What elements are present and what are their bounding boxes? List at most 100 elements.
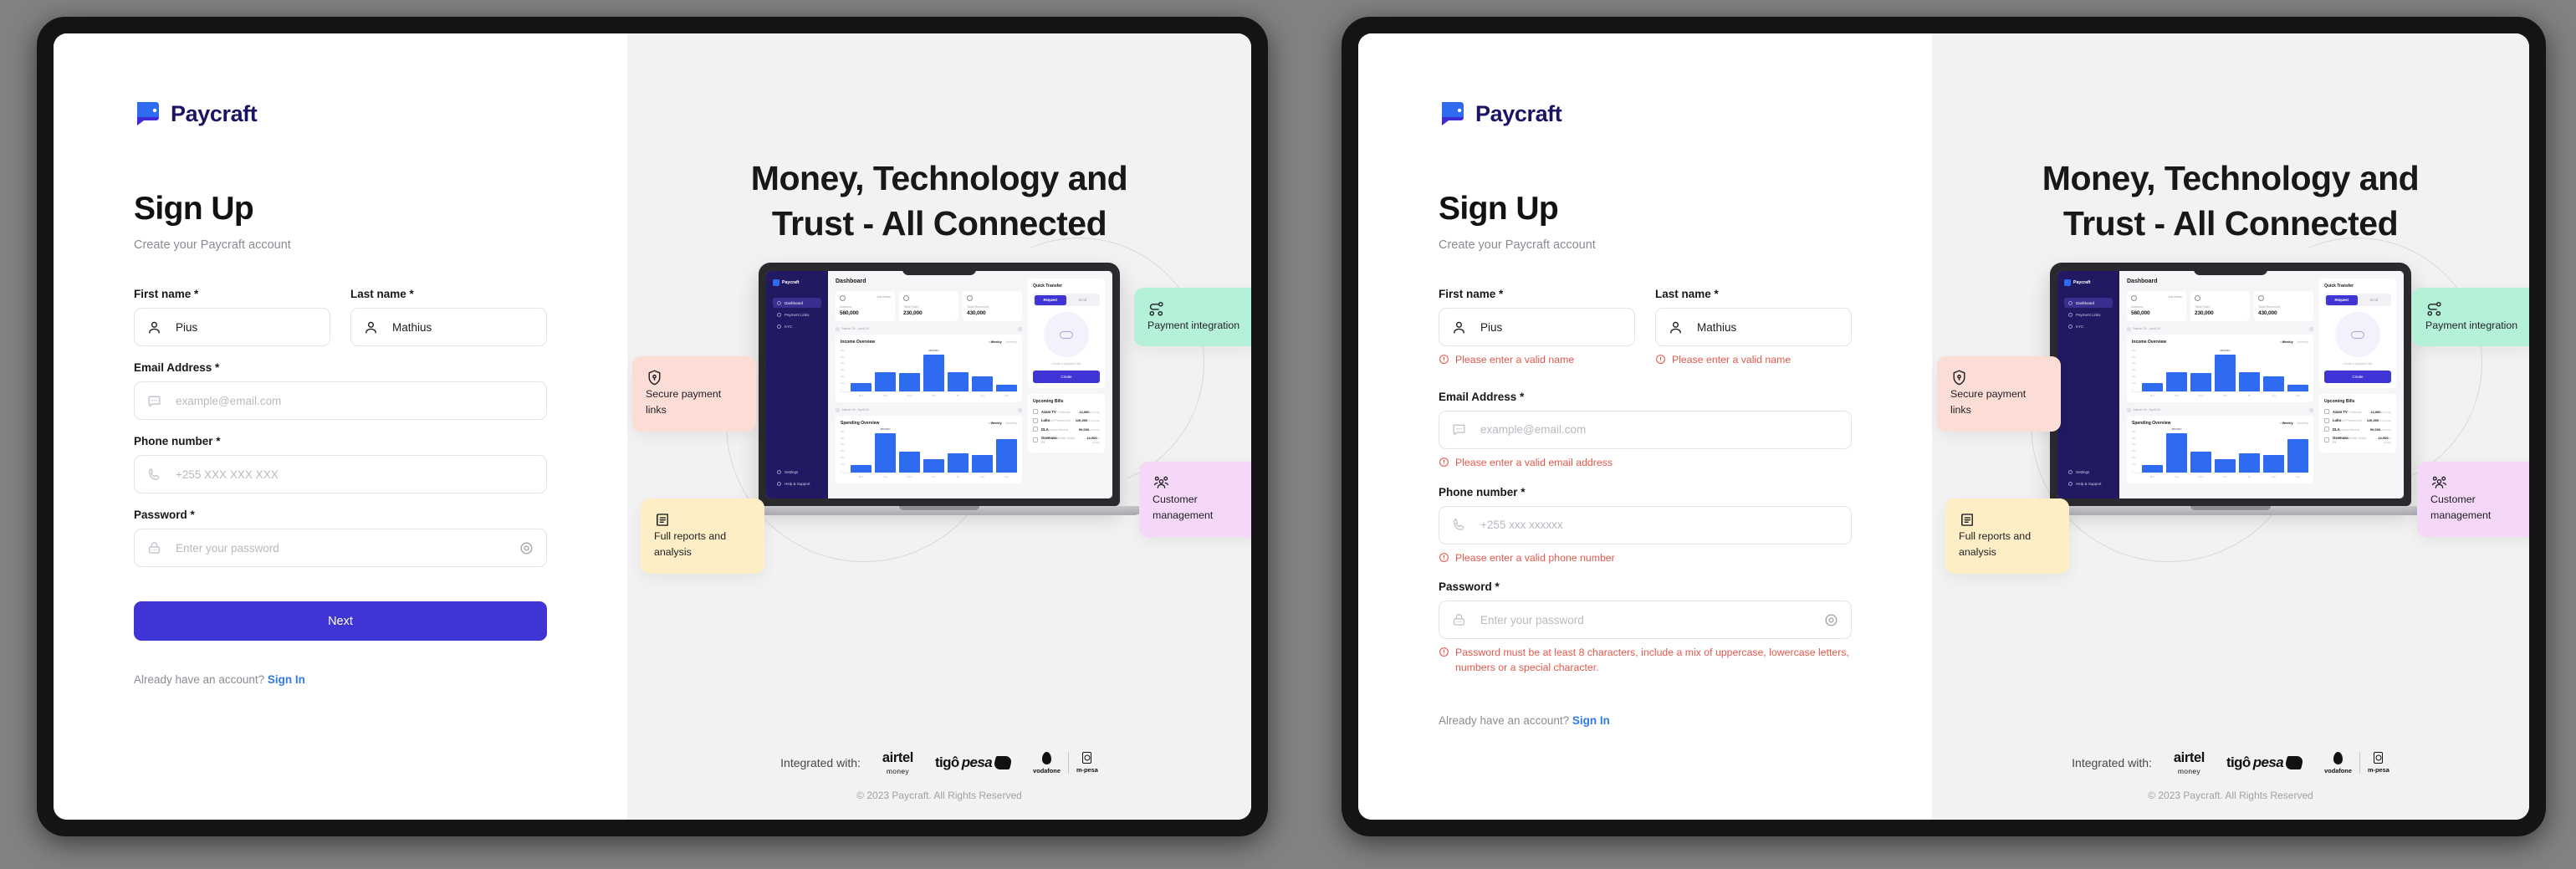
signup-form-pane: Paycraft Sign Up Create your Paycraft ac… — [54, 33, 627, 820]
sidebar-item-kyc[interactable]: KYC — [773, 321, 821, 331]
bill-row[interactable]: LukuUnit Prepaid price 120,00024 Sunday — [1033, 417, 1100, 423]
lock-icon — [1451, 612, 1467, 628]
toggle-weekly[interactable]: Weekly — [989, 422, 1002, 425]
bill-row[interactable]: Azam TVTV Decoder 14,00025 Today — [1033, 409, 1100, 415]
sidebar-item-dashboard[interactable]: Dashboard — [2064, 298, 2113, 309]
download-icon[interactable] — [1018, 407, 1022, 412]
toggle-monthly[interactable]: Monthly — [2297, 422, 2308, 425]
quick-transfer-tabs[interactable]: Request Send — [2324, 294, 2391, 307]
download-icon[interactable] — [1018, 326, 1022, 331]
calendar-icon — [2127, 326, 2131, 331]
password-input[interactable]: Enter your password — [134, 529, 547, 567]
last-name-label: Last name * — [1655, 288, 1719, 300]
dashboard-brand-name: Paycraft — [782, 280, 800, 286]
laptop-screen: Paycraft Dashboard Payment Links KYC Set… — [2057, 271, 2404, 499]
sidebar-bottom: Settings Help & Support — [773, 467, 821, 490]
y-tick: 0 — [2132, 387, 2134, 391]
sidebar-item-payment-links[interactable]: Payment Links — [773, 309, 821, 319]
date-range-row[interactable]: March 24 - April 24 — [836, 407, 1022, 412]
filter-pill[interactable]: Ann Nancy — [2168, 295, 2182, 299]
sidebar-item-settings[interactable]: Settings — [2064, 467, 2113, 477]
paycraft-wallet-logo-icon — [773, 279, 779, 287]
bill-row[interactable]: DLAAccount Monthly 90,00023 Friday — [2324, 427, 2391, 432]
toggle-weekly[interactable]: Weekly — [2280, 422, 2293, 425]
card-header: Income Overview Weekly Monthly — [841, 340, 1017, 345]
page-subtitle: Create your Paycraft account — [1439, 238, 1596, 252]
chart-period-toggle[interactable]: Weekly Monthly — [2280, 422, 2308, 425]
sidebar-item-dashboard[interactable]: Dashboard — [773, 298, 821, 309]
sidebar-item-help[interactable]: Help & Support — [2064, 478, 2113, 488]
hero-pane: Money, Technology and Trust - All Connec… — [627, 33, 1251, 820]
eye-icon[interactable] — [519, 540, 534, 556]
phone-icon — [146, 467, 162, 483]
create-link-button[interactable]: Create — [1033, 371, 1100, 384]
x-tick: Fri — [956, 393, 960, 397]
sidebar-item-kyc[interactable]: KYC — [2064, 321, 2113, 331]
bill-row[interactable]: OxemasaMonthly Rental Bill 14,00022 Frid… — [1033, 436, 1100, 444]
tab-request[interactable]: Request — [2325, 294, 2358, 305]
first-name-input[interactable]: Pius — [1439, 308, 1635, 346]
quick-transfer-note: Create a payment link — [2343, 362, 2373, 366]
toggle-weekly[interactable]: Weekly — [989, 340, 1002, 344]
chart-period-toggle[interactable]: Weekly Monthly — [2280, 340, 2308, 344]
email-error: Please enter a valid email address — [1439, 456, 1852, 471]
toggle-monthly[interactable]: Monthly — [2297, 340, 2308, 344]
feature-card-text: Full reports and analysis — [1959, 530, 2032, 559]
brand-logo[interactable]: Paycraft — [54, 99, 627, 129]
chart-period-toggle[interactable]: Weekly Monthly — [989, 422, 1017, 425]
phone-input[interactable]: +255 xxx xxxxxx — [1439, 505, 1852, 544]
password-input[interactable]: Enter your password — [1439, 601, 1852, 640]
create-link-button[interactable]: Create — [2324, 371, 2391, 384]
signin-link[interactable]: Sign In — [268, 673, 305, 686]
toggle-monthly[interactable]: Monthly — [1006, 422, 1017, 425]
bill-row[interactable]: OxemasaMonthly Rental Bill 14,00022 Frid… — [2324, 436, 2391, 444]
bill-row[interactable]: Azam TVTV Decoder 14,00025 Today — [2324, 409, 2391, 415]
date-range-row[interactable]: March 24 - April 24 — [2127, 326, 2313, 331]
download-icon[interactable] — [2309, 407, 2313, 412]
x-tick: Sun — [1004, 474, 1009, 478]
sidebar-item-settings[interactable]: Settings — [773, 467, 821, 477]
brand-logo[interactable]: Paycraft — [1358, 99, 1932, 129]
bill-row[interactable]: LukuUnit Prepaid price 120,00024 Sunday — [2324, 417, 2391, 423]
date-range-row[interactable]: March 24 - April 24 — [2127, 407, 2313, 412]
tab-send[interactable]: Send — [2358, 295, 2390, 305]
email-input[interactable]: example@email.com — [1439, 410, 1852, 449]
email-input[interactable]: example@email.com — [134, 381, 547, 420]
chart-period-toggle[interactable]: Weekly Monthly — [989, 340, 1017, 344]
x-tick: Thu — [932, 474, 936, 478]
filter-pill[interactable]: Ann Nancy — [877, 295, 891, 299]
spending-overview-card: Spending Overview Weekly Monthly — [2127, 415, 2313, 483]
eye-icon[interactable] — [1823, 612, 1839, 628]
bar — [899, 452, 920, 473]
phone-input[interactable]: +255 XXX XXX XXX — [134, 455, 547, 493]
bill-row[interactable]: DLAAccount Monthly 90,00023 Friday — [1033, 427, 1100, 432]
users-group-icon — [1153, 474, 1250, 492]
date-range-row[interactable]: March 24 - April 24 — [836, 326, 1022, 331]
sidebar-item-help[interactable]: Help & Support — [773, 478, 821, 488]
bar — [996, 438, 1017, 473]
y-tick: 60k — [841, 348, 845, 352]
sidebar-item-payment-links[interactable]: Payment Links — [2064, 309, 2113, 319]
download-icon[interactable] — [2309, 326, 2313, 331]
tab-send[interactable]: Send — [1066, 295, 1099, 305]
last-name-input[interactable]: Mathius — [350, 308, 547, 346]
stat-label: Balance — [840, 304, 852, 309]
card-header: Spending Overview Weekly Monthly — [841, 421, 1017, 426]
dashboard-page-title: Dashboard — [2127, 279, 2158, 285]
airtel-name: airtel — [882, 750, 913, 765]
hero-headline: Money, Technology and Trust - All Connec… — [680, 156, 1199, 246]
last-name-value: Mathius — [1697, 320, 1737, 334]
quick-transfer-tabs[interactable]: Request Send — [1033, 294, 1100, 307]
toggle-monthly[interactable]: Monthly — [1006, 340, 1017, 344]
signin-link[interactable]: Sign In — [1572, 714, 1610, 727]
upcoming-bills-card: Upcoming Bills Azam TVTV Decoder 14,0002… — [1028, 394, 1105, 453]
tab-request[interactable]: Request — [1034, 294, 1066, 305]
bill-name: DLA — [2333, 427, 2340, 432]
next-button[interactable]: Next — [134, 601, 547, 641]
error-text: Please enter a valid name — [1455, 354, 1575, 365]
toggle-weekly[interactable]: Weekly — [2280, 340, 2293, 344]
last-name-input[interactable]: Mathius — [1655, 308, 1852, 346]
password-label: Password * — [1439, 580, 1500, 594]
airtel-name: airtel — [2173, 750, 2205, 765]
first-name-input[interactable]: Pius — [134, 308, 330, 346]
